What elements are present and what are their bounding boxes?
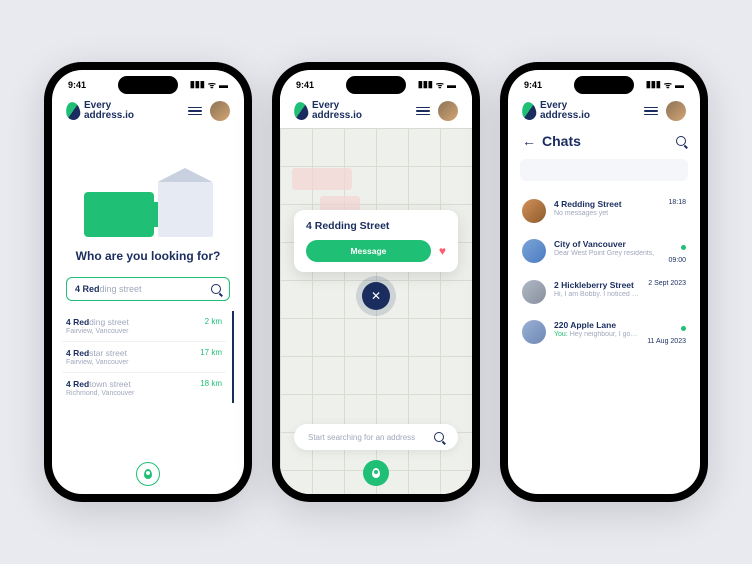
search-input[interactable]: 4 Redding street (66, 277, 230, 301)
hero-illustration (52, 137, 244, 237)
battery-icon: ▬ (219, 80, 228, 90)
chat-item[interactable]: 4 Redding Street No messages yet 18:18 (508, 191, 700, 231)
truck-illustration (84, 192, 154, 237)
logo[interactable]: Every address.io (522, 101, 590, 121)
logo[interactable]: Every address.io (294, 101, 362, 121)
phone-map-screen: 9:41 ▮▮▮ ᯤ ▬ Every address.io 4 Redd (272, 62, 480, 502)
pin-icon (372, 468, 380, 478)
search-result[interactable]: 4 Redding street Fairview, Vancouver 2 k… (62, 311, 226, 342)
app-header: Every address.io (52, 95, 244, 127)
close-icon: ✕ (371, 289, 381, 303)
battery-icon: ▬ (675, 80, 684, 90)
logo-line2: address.io (84, 111, 134, 121)
close-pin-button[interactable]: ✕ (362, 282, 390, 310)
avatar[interactable] (438, 101, 458, 121)
wifi-icon: ᯤ (436, 78, 444, 91)
menu-icon[interactable] (644, 107, 658, 116)
back-icon[interactable]: ← (522, 133, 536, 149)
status-time: 9:41 (524, 80, 542, 90)
search-result[interactable]: 4 Redtown street Richmond, Vancouver 18 … (62, 373, 226, 403)
logo-line2: address.io (540, 111, 590, 121)
page-title: Chats (542, 133, 581, 149)
logo-line2: address.io (312, 111, 362, 121)
menu-icon[interactable] (416, 107, 430, 116)
search-result[interactable]: 4 Redstar street Fairview, Vancouver 17 … (62, 342, 226, 373)
search-icon[interactable] (211, 284, 221, 294)
search-results: 4 Redding street Fairview, Vancouver 2 k… (62, 311, 234, 403)
unread-dot-icon (681, 245, 686, 250)
signal-icon: ▮▮▮ (646, 79, 661, 90)
house-illustration (158, 182, 213, 237)
location-pin-button[interactable] (363, 460, 389, 486)
location-card: 4 Redding Street Message ♥ (294, 210, 458, 272)
phone-chats-screen: 9:41 ▮▮▮ ᯤ ▬ Every address.io ← (500, 62, 708, 502)
app-header: Every address.io (280, 95, 472, 127)
page-title: Who are you looking for? (52, 249, 244, 263)
search-icon[interactable] (434, 432, 444, 442)
message-button[interactable]: Message (306, 240, 431, 262)
wifi-icon: ᯤ (208, 78, 216, 91)
chat-avatar (522, 280, 546, 304)
status-time: 9:41 (296, 80, 314, 90)
chat-avatar (522, 239, 546, 263)
chats-header: ← Chats (508, 127, 700, 159)
notch (574, 76, 634, 94)
chat-search-input[interactable] (520, 159, 688, 181)
battery-icon: ▬ (447, 80, 456, 90)
notch (346, 76, 406, 94)
logo[interactable]: Every address.io (66, 101, 134, 121)
menu-icon[interactable] (188, 107, 202, 116)
chat-avatar (522, 199, 546, 223)
logo-icon (65, 101, 82, 121)
logo-icon (521, 101, 538, 121)
chat-avatar (522, 320, 546, 344)
signal-icon: ▮▮▮ (190, 79, 205, 90)
logo-icon (293, 101, 310, 121)
chat-item[interactable]: 220 Apple Lane You: Hey neighbour, I got… (508, 312, 700, 353)
search-icon[interactable] (676, 136, 686, 146)
avatar[interactable] (210, 101, 230, 121)
status-time: 9:41 (68, 80, 86, 90)
pin-icon (144, 469, 152, 479)
chat-item[interactable]: City of Vancouver Dear West Point Grey r… (508, 231, 700, 272)
notch (118, 76, 178, 94)
phone-search-screen: 9:41 ▮▮▮ ᯤ ▬ Every address.io (44, 62, 252, 502)
search-placeholder: Start searching for an address (308, 433, 415, 442)
avatar[interactable] (666, 101, 686, 121)
favorite-icon[interactable]: ♥ (439, 244, 446, 258)
app-header: Every address.io (508, 95, 700, 127)
location-title: 4 Redding Street (306, 220, 446, 232)
unread-dot-icon (681, 326, 686, 331)
wifi-icon: ᯤ (664, 78, 672, 91)
map-search-input[interactable]: Start searching for an address (294, 424, 458, 450)
location-pin-button[interactable] (136, 462, 160, 486)
signal-icon: ▮▮▮ (418, 79, 433, 90)
chat-item[interactable]: 2 Hickleberry Street Hi, I am Bobby. I n… (508, 272, 700, 312)
